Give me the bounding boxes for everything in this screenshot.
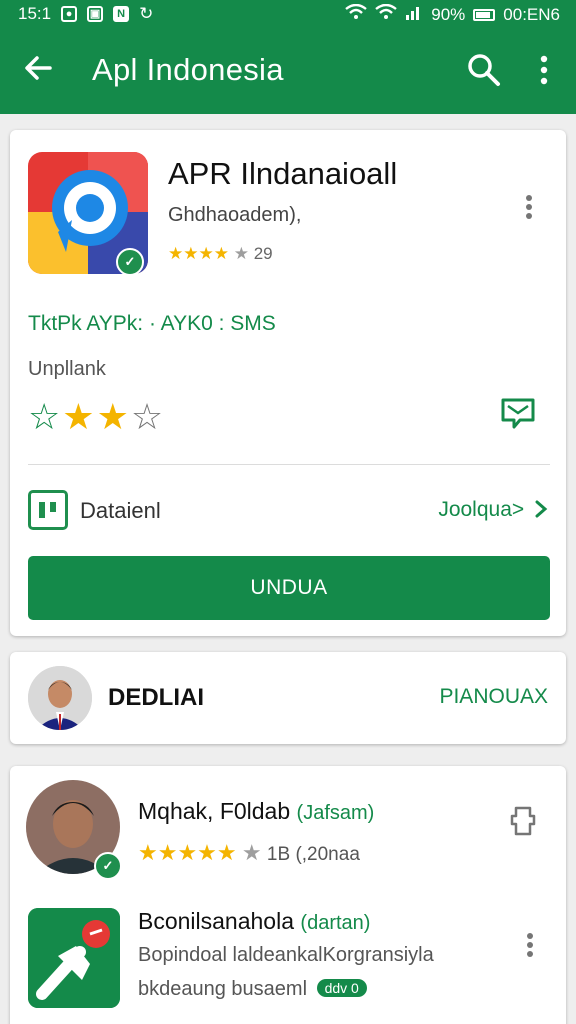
app-detail-card: ✓ APR Ilndanaioall Ghdhaoadem), ★★★★ ★ 2… bbox=[10, 130, 566, 636]
list-item-rating: ★★★★★ ★ 1B (,20naa bbox=[138, 840, 360, 866]
star-filled-icon[interactable]: ★ bbox=[62, 396, 96, 437]
list-item-title[interactable]: Bconilsanahola (dartan) bbox=[138, 908, 370, 935]
battery-icon bbox=[473, 8, 496, 21]
details-link[interactable]: Joolqua> bbox=[438, 498, 548, 522]
search-icon[interactable] bbox=[464, 50, 504, 90]
wifi-alt-icon bbox=[375, 3, 398, 25]
app-rating: ★★★★ ★ 29 bbox=[168, 244, 273, 264]
list-item-title-text: Bconilsanahola bbox=[138, 908, 295, 934]
details-icon bbox=[28, 490, 68, 530]
message-icon[interactable] bbox=[500, 396, 536, 430]
list-item-title[interactable]: Mqhak, F0ldab (Jafsam) bbox=[138, 798, 374, 825]
chevron-right-icon bbox=[535, 500, 548, 518]
star-outline-green-icon[interactable]: ☆ bbox=[28, 396, 62, 437]
list-item-description: Bopindoal laldeankalKorgransiyla bbox=[138, 944, 434, 966]
developer-avatar[interactable] bbox=[28, 666, 92, 730]
related-apps-card: ✓ Mqhak, F0ldab (Jafsam) ★★★★★ ★ 1B (,20… bbox=[10, 766, 566, 1024]
app-bar: Apl Indonesia bbox=[0, 30, 576, 114]
image-notification-icon: ▣ bbox=[87, 6, 104, 22]
rating-stars: ★★★★★ bbox=[138, 840, 237, 865]
verified-badge-icon: ✓ bbox=[94, 852, 122, 880]
status-bar: 15:1 ● ▣ N ↻ 90% 00:EN6 bbox=[0, 0, 576, 30]
list-item-title-text: Mqhak, F0ldab bbox=[138, 798, 291, 824]
overflow-menu-icon[interactable] bbox=[528, 50, 560, 90]
rating-stars: ★★★★ bbox=[168, 244, 229, 263]
app-subtitle: Unpllank bbox=[28, 358, 106, 380]
list-item-tag: (Jafsam) bbox=[296, 802, 375, 824]
divider bbox=[28, 464, 550, 465]
list-item-description-text: bkdeaung busaeml bbox=[138, 978, 308, 1000]
signal-icon bbox=[405, 4, 423, 25]
list-item-tag: (dartan) bbox=[300, 912, 371, 934]
status-time: 15:1 bbox=[18, 4, 52, 23]
status-right-text: 00:EN6 bbox=[503, 4, 560, 24]
rate-stars[interactable]: ☆★★☆ bbox=[28, 396, 165, 438]
developer-action-link[interactable]: PIANOUAX bbox=[439, 685, 548, 709]
app-tags: TktPk AYPk: · AYK0 : SMS bbox=[28, 312, 276, 335]
details-label: Dataienl bbox=[80, 498, 161, 523]
star-outline-icon[interactable]: ☆ bbox=[131, 396, 165, 437]
developer-name: DEDLIAI bbox=[108, 684, 204, 711]
page-title: Apl Indonesia bbox=[92, 52, 284, 87]
list-item-description-2: bkdeaung busaeml ddv 0 bbox=[138, 978, 367, 1001]
app-title: APR Ilndanaioall bbox=[168, 156, 398, 191]
app-more-icon[interactable] bbox=[517, 192, 541, 228]
star-filled-icon[interactable]: ★ bbox=[97, 396, 131, 437]
wifi-icon bbox=[345, 3, 368, 25]
list-item-more-icon[interactable] bbox=[518, 930, 542, 966]
developer-card[interactable]: DEDLIAI PIANOUAX bbox=[10, 652, 566, 744]
rating-star-empty: ★ bbox=[241, 840, 262, 865]
list-item-rating-text: 1B (,20naa bbox=[266, 844, 360, 865]
n-notification-icon: N bbox=[113, 6, 130, 22]
verified-badge-icon: ✓ bbox=[116, 248, 144, 276]
app-developer[interactable]: Ghdhaoadem), bbox=[168, 204, 301, 227]
install-button[interactable]: UNDUA bbox=[28, 556, 550, 620]
battery-percent: 90% bbox=[431, 4, 466, 24]
share-icon[interactable] bbox=[510, 804, 536, 838]
list-item-app-icon[interactable] bbox=[28, 908, 120, 1008]
list-item-pill: ddv 0 bbox=[316, 979, 367, 997]
sync-icon: ↻ bbox=[139, 4, 154, 23]
rating-count: 29 bbox=[253, 244, 273, 263]
notification-icon: ● bbox=[61, 6, 78, 22]
details-link-label: Joolqua> bbox=[438, 498, 525, 521]
rating-star-empty: ★ bbox=[233, 244, 249, 263]
back-arrow-icon[interactable] bbox=[20, 50, 56, 86]
